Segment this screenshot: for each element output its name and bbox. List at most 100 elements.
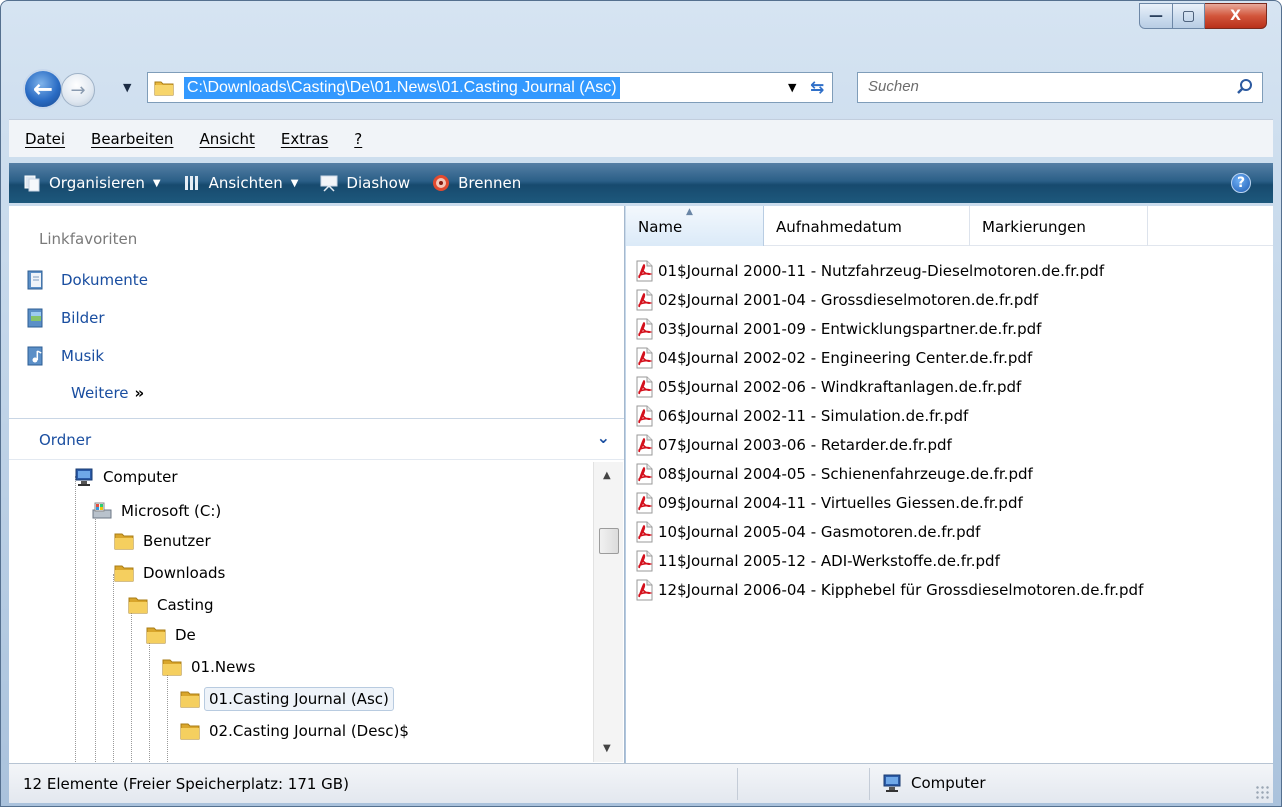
folder-icon xyxy=(114,533,134,550)
more-columns-button[interactable]: » xyxy=(1210,384,1282,424)
pdf-file-icon xyxy=(636,347,653,368)
organize-button[interactable]: Organisieren ▼ xyxy=(23,174,161,192)
status-item-count: 12 Elemente (Freier Speicherplatz: 171 G… xyxy=(23,775,349,793)
slideshow-button[interactable]: Diashow xyxy=(320,174,410,192)
more-label: Weitere xyxy=(71,384,129,402)
favorites-heading: Linkfavoriten xyxy=(39,230,138,248)
file-list-pane: ▲ Name Aufnahmedatum Markierungen » 01$J… xyxy=(626,206,1273,763)
drive-icon xyxy=(92,502,112,519)
file-row[interactable]: 04$Journal 2002-02 - Engineering Center.… xyxy=(634,343,1143,372)
file-row[interactable]: 06$Journal 2002-11 - Simulation.de.fr.pd… xyxy=(634,401,1143,430)
scroll-thumb[interactable] xyxy=(599,528,619,554)
status-divider xyxy=(737,768,738,800)
tree-node-01-news[interactable]: 01.News xyxy=(161,652,255,682)
slideshow-icon xyxy=(320,175,338,192)
organize-label: Organisieren xyxy=(49,174,145,192)
file-name: 12$Journal 2006-04 - Kipphebel für Gross… xyxy=(658,580,1144,599)
tree-node-drive-c[interactable]: Microsoft (C:) xyxy=(91,496,221,526)
menu-datei[interactable]: Datei xyxy=(25,130,65,148)
tree-guide xyxy=(113,574,114,762)
tree-node-computer[interactable]: Computer xyxy=(73,462,178,492)
views-button[interactable]: Ansichten ▼ xyxy=(183,174,298,192)
file-name: 04$Journal 2002-02 - Engineering Center.… xyxy=(658,348,1033,367)
address-bar[interactable]: C:\Downloads\Casting\De\01.News\01.Casti… xyxy=(147,72,833,103)
favorite-pictures[interactable]: Bilder xyxy=(27,308,105,328)
file-name: 05$Journal 2002-06 - Windkraftanlagen.de… xyxy=(658,377,1022,396)
file-row[interactable]: 03$Journal 2001-09 - Entwicklungspartner… xyxy=(634,314,1143,343)
file-row[interactable]: 12$Journal 2006-04 - Kipphebel für Gross… xyxy=(634,575,1143,604)
chevron-down-icon[interactable]: ⌄ xyxy=(597,428,610,447)
address-path[interactable]: C:\Downloads\Casting\De\01.News\01.Casti… xyxy=(184,77,620,99)
folder-icon xyxy=(154,81,174,96)
refresh-icon[interactable]: ⇆ xyxy=(810,78,824,98)
column-header-name[interactable]: ▲ Name xyxy=(626,206,764,246)
computer-icon xyxy=(883,774,901,792)
file-row[interactable]: 07$Journal 2003-06 - Retarder.de.fr.pdf xyxy=(634,430,1143,459)
minimize-button[interactable]: — xyxy=(1139,3,1173,29)
status-location: Computer xyxy=(881,773,986,793)
sort-ascending-icon: ▲ xyxy=(686,207,693,217)
dropdown-arrow-icon: ▼ xyxy=(152,177,161,189)
tree-node-benutzer[interactable]: Benutzer xyxy=(113,526,211,556)
address-dropdown[interactable]: ▼ xyxy=(788,81,796,94)
back-button[interactable]: ← xyxy=(23,69,63,109)
burn-button[interactable]: Brennen xyxy=(432,174,521,192)
status-divider xyxy=(869,768,870,800)
tree-node-label: De xyxy=(175,626,196,644)
column-header-date-taken[interactable]: Aufnahmedatum xyxy=(764,206,970,246)
column-header-row: ▲ Name Aufnahmedatum Markierungen » xyxy=(626,206,1273,246)
tree-node-label: Casting xyxy=(157,596,214,614)
tree-guide xyxy=(95,510,96,762)
help-icon[interactable]: ? xyxy=(1231,173,1251,193)
tree-node-casting-journal-desc[interactable]: 02.Casting Journal (Desc)$ xyxy=(179,716,409,746)
menu-bearbeiten[interactable]: Bearbeiten xyxy=(91,130,173,148)
burn-label: Brennen xyxy=(458,174,522,192)
scroll-down-icon[interactable]: ▼ xyxy=(603,743,611,754)
pdf-file-icon xyxy=(636,376,653,397)
music-icon xyxy=(27,346,43,366)
menu-extras[interactable]: Extras xyxy=(281,130,328,148)
title-bar[interactable]: — ▢ X xyxy=(1,1,1281,57)
file-row[interactable]: 01$Journal 2000-11 - Nutzfahrzeug-Diesel… xyxy=(634,256,1143,285)
file-name: 01$Journal 2000-11 - Nutzfahrzeug-Diesel… xyxy=(658,261,1105,280)
tree-scrollbar[interactable]: ▲ ▼ xyxy=(593,462,623,762)
forward-button[interactable]: → xyxy=(61,73,95,107)
tree-node-de[interactable]: De xyxy=(145,620,196,650)
tree-node-casting-journal-asc[interactable]: 01.Casting Journal (Asc) xyxy=(179,684,394,714)
more-favorites-link[interactable]: Weitere » xyxy=(71,384,144,402)
column-header-tags[interactable]: Markierungen xyxy=(970,206,1148,246)
search-box[interactable]: Suchen xyxy=(857,72,1263,103)
resize-grip-icon[interactable] xyxy=(1255,785,1269,799)
tree-guide xyxy=(131,604,132,762)
tree-guide xyxy=(149,634,150,762)
menu-help[interactable]: ? xyxy=(354,130,362,148)
tree-node-downloads[interactable]: Downloads xyxy=(113,558,225,588)
file-row[interactable]: 11$Journal 2005-12 - ADI-Werkstoffe.de.f… xyxy=(634,546,1143,575)
file-row[interactable]: 02$Journal 2001-04 - Grossdieselmotoren.… xyxy=(634,285,1143,314)
favorite-music[interactable]: Musik xyxy=(27,346,104,366)
favorite-documents[interactable]: Dokumente xyxy=(27,270,148,290)
close-button[interactable]: X xyxy=(1205,3,1267,29)
menu-ansicht[interactable]: Ansicht xyxy=(199,130,254,148)
tree-node-casting[interactable]: Casting xyxy=(127,590,214,620)
menu-bar: Datei Bearbeiten Ansicht Extras ? xyxy=(9,119,1273,157)
scroll-up-icon[interactable]: ▲ xyxy=(603,470,611,481)
command-bar: Organisieren ▼ Ansichten ▼ Diashow Brenn… xyxy=(9,163,1273,203)
file-row[interactable]: 08$Journal 2004-05 - Schienenfahrzeuge.d… xyxy=(634,459,1143,488)
folders-header[interactable]: Ordner ⌄ xyxy=(9,418,624,460)
documents-icon xyxy=(27,270,43,290)
file-row[interactable]: 10$Journal 2005-04 - Gasmotoren.de.fr.pd… xyxy=(634,517,1143,546)
search-icon[interactable] xyxy=(1236,78,1254,96)
file-list: 01$Journal 2000-11 - Nutzfahrzeug-Diesel… xyxy=(634,256,1143,604)
history-dropdown[interactable]: ▼ xyxy=(123,81,131,94)
pdf-file-icon xyxy=(636,521,653,542)
file-name: 10$Journal 2005-04 - Gasmotoren.de.fr.pd… xyxy=(658,522,981,541)
file-row[interactable]: 09$Journal 2004-11 - Virtuelles Giessen.… xyxy=(634,488,1143,517)
file-name: 11$Journal 2005-12 - ADI-Werkstoffe.de.f… xyxy=(658,551,1000,570)
maximize-button[interactable]: ▢ xyxy=(1173,3,1205,29)
file-row[interactable]: 05$Journal 2002-06 - Windkraftanlagen.de… xyxy=(634,372,1143,401)
folder-icon xyxy=(180,691,200,708)
folder-icon xyxy=(162,659,182,676)
pdf-file-icon xyxy=(636,579,653,600)
search-input[interactable]: Suchen xyxy=(868,78,919,95)
